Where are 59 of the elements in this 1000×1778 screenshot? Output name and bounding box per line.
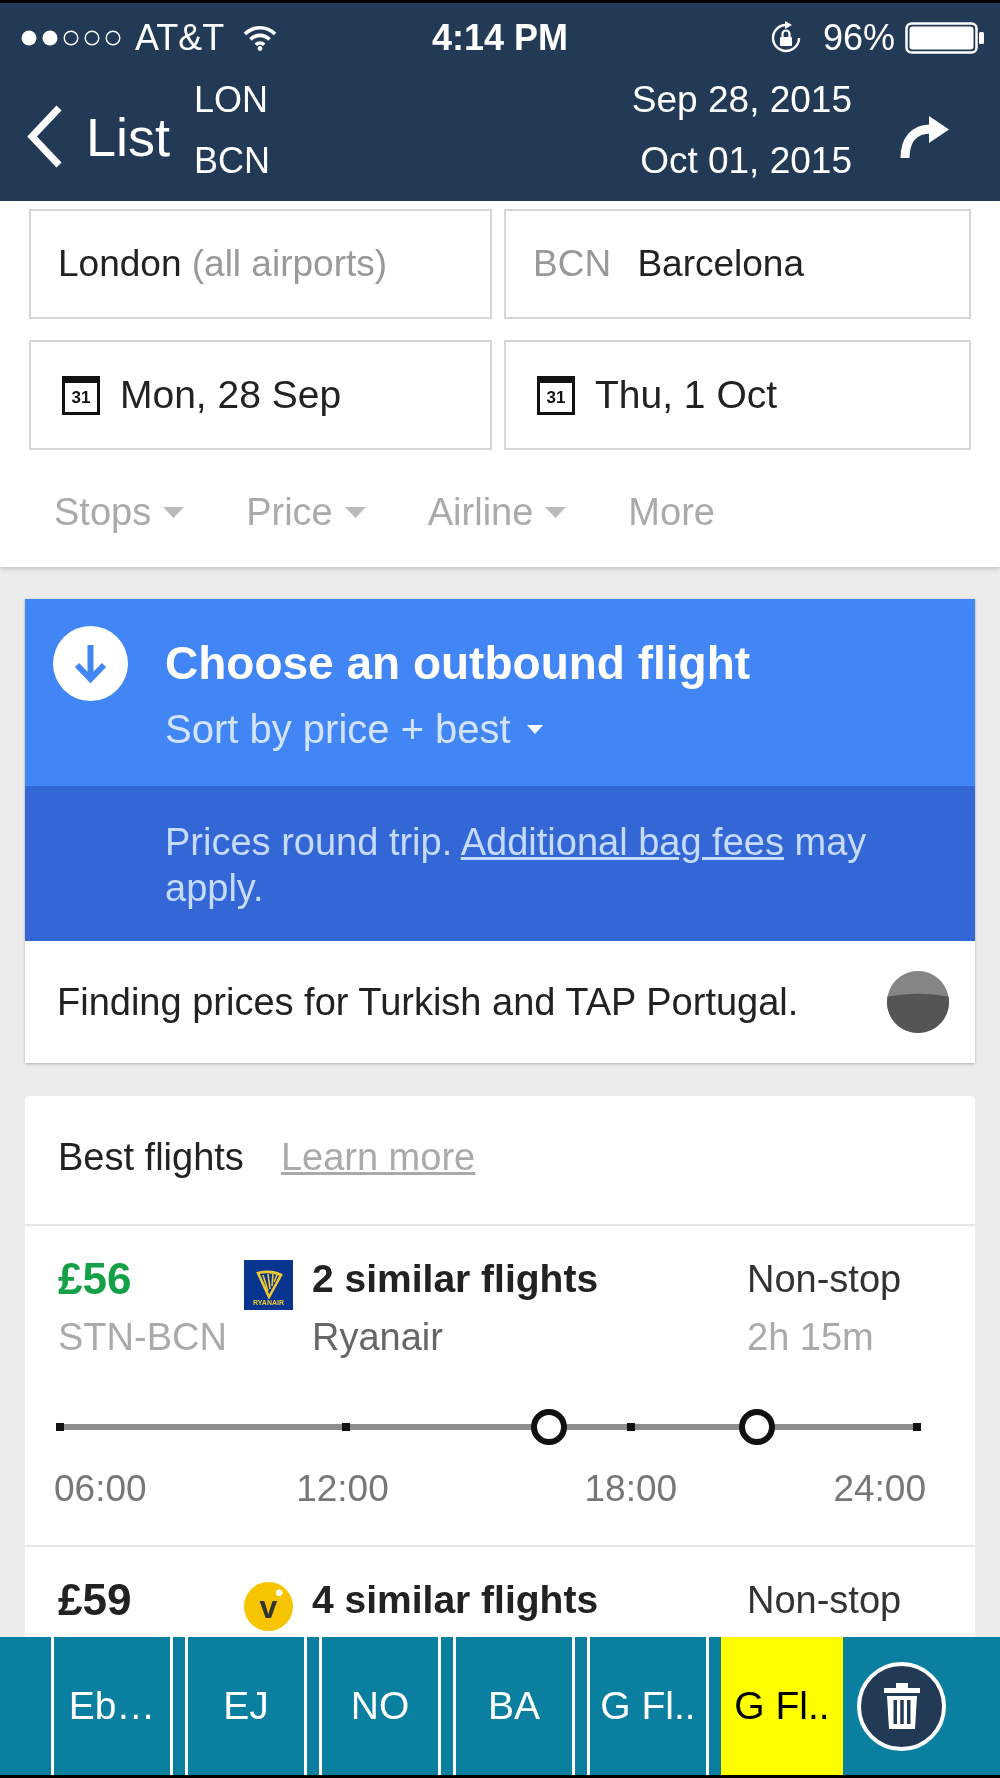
caret-icon: [526, 724, 543, 734]
carrier-name: AT&T: [135, 15, 225, 60]
tab-button[interactable]: BA: [453, 1637, 575, 1775]
airline-name: Ryanair: [312, 1316, 443, 1358]
battery-percent: 96%: [822, 15, 895, 60]
status-message: Finding prices for Turkish and TAP Portugal.: [57, 980, 799, 1024]
route-text: STN-BCN: [58, 1316, 227, 1358]
date-field[interactable]: 31 Mon, 28 Sep: [29, 340, 492, 450]
caret-icon: [545, 506, 567, 518]
flights-count-text: 2 similar flights: [312, 1257, 599, 1300]
destination-code: BCN: [194, 139, 271, 183]
origin-code: LON: [194, 78, 269, 122]
time-label: 18:00: [584, 1469, 678, 1509]
section-title: Best flights: [58, 1135, 244, 1179]
curved-arrow-icon[interactable]: [898, 113, 950, 160]
filter-button[interactable]: More: [628, 487, 715, 537]
tick-mark: [913, 1423, 921, 1431]
return-date: Oct 01, 2015: [640, 139, 852, 183]
place-field[interactable]: London (all airports): [29, 209, 492, 319]
time-label: 24:00: [833, 1469, 926, 1509]
sort-dropdown[interactable]: Sort by price + best: [165, 703, 543, 755]
caret-icon: [344, 506, 366, 518]
tab-button[interactable]: G Fl..: [721, 1637, 843, 1775]
airline-logo: v: [244, 1582, 293, 1631]
place-field[interactable]: BCN Barcelona: [504, 209, 971, 319]
outbound-title: Choose an outbound flight: [165, 637, 751, 689]
date-field[interactable]: 31 Thu, 1 Oct: [504, 340, 971, 450]
battery-icon: [905, 21, 985, 54]
tick-mark: [56, 1423, 64, 1431]
tab-button[interactable]: G Fl..: [587, 1637, 709, 1775]
tab-button[interactable]: Eb…: [51, 1637, 173, 1775]
flights-count-text: 4 similar flights: [312, 1578, 599, 1621]
filter-dropdown[interactable]: Airline: [427, 487, 567, 537]
clock-time: 4:14 PM: [431, 15, 569, 60]
filter-dropdown[interactable]: Stops: [54, 487, 185, 537]
stops-text: Non-stop: [747, 1579, 902, 1621]
tab-button[interactable]: NO: [319, 1637, 441, 1775]
learn-more-link[interactable]: Learn more: [280, 1135, 476, 1179]
calendar-icon: 31: [537, 375, 575, 415]
filter-dropdown[interactable]: Price: [246, 487, 366, 537]
tick-mark: [627, 1423, 636, 1431]
caret-icon: [163, 506, 185, 518]
harp-icon: [253, 1269, 284, 1299]
price-text: £56: [58, 1254, 132, 1303]
time-label: 06:00: [54, 1469, 147, 1509]
trash-icon: [881, 1683, 922, 1729]
bag-fees-link[interactable]: Additional bag fees: [460, 821, 784, 863]
duration-text: 2h 15m: [747, 1316, 874, 1358]
fees-notice: Prices round trip. Additional bag fees may apply.: [165, 820, 868, 911]
tab-button[interactable]: EJ: [185, 1637, 307, 1775]
price-text: £59: [58, 1575, 132, 1624]
depart-date: Sep 28, 2015: [631, 78, 852, 122]
back-button[interactable]: List: [25, 104, 171, 169]
wifi-icon: [242, 24, 279, 51]
tick-mark: [341, 1423, 350, 1431]
time-label: 12:00: [296, 1469, 389, 1509]
loading-spinner-icon: [886, 970, 950, 1034]
calendar-icon: 31: [62, 375, 100, 415]
stops-text: Non-stop: [747, 1258, 902, 1300]
